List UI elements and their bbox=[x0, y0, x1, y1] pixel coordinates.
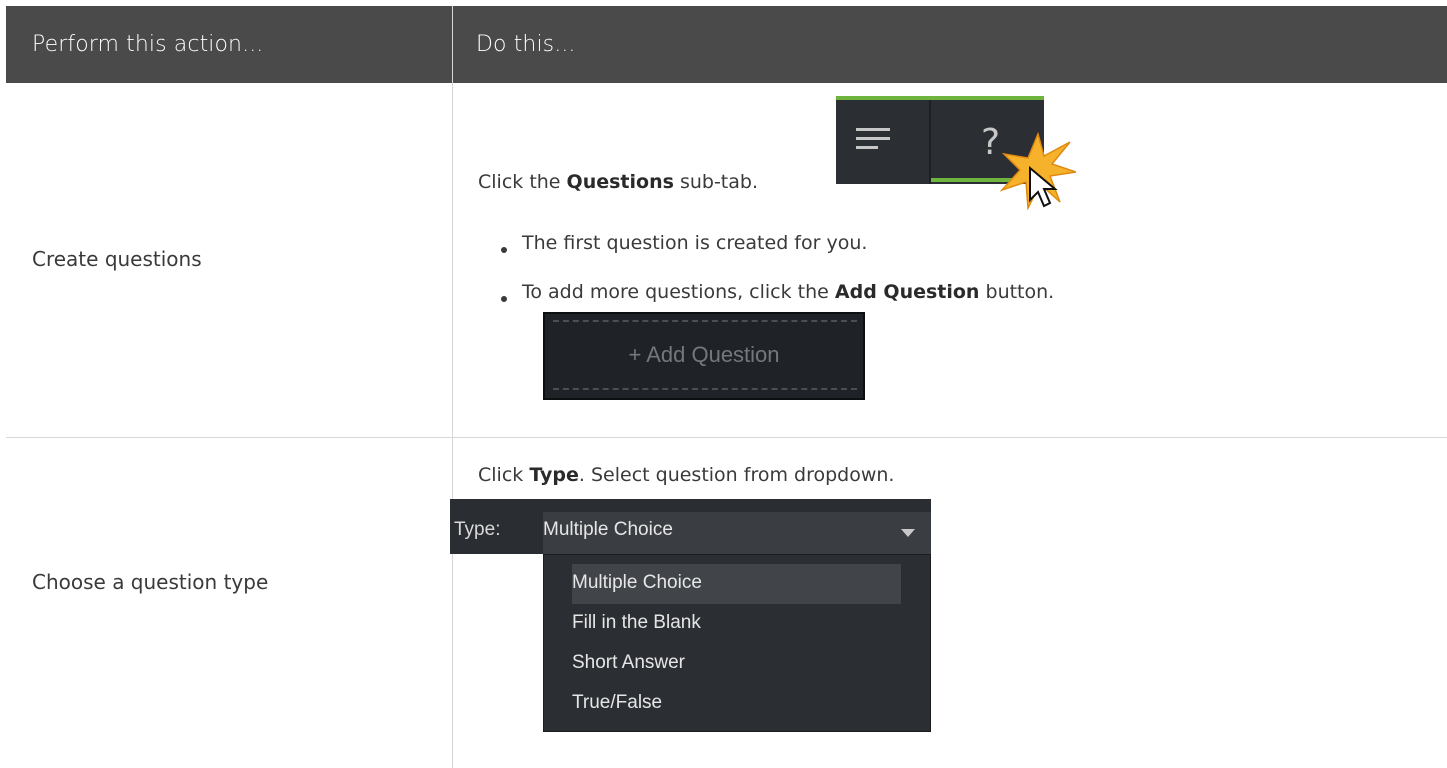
bullet-text: The first question is created for you. bbox=[522, 232, 868, 254]
instruction-text: Click the Questions sub-tab. bbox=[478, 171, 758, 193]
type-option[interactable]: Short Answer bbox=[572, 652, 685, 674]
row-action-label: Choose a question type bbox=[32, 570, 269, 594]
instruction-bold: Type bbox=[529, 464, 579, 486]
bullet-text: To add more questions, click the Add Que… bbox=[522, 281, 1054, 303]
type-option[interactable]: Fill in the Blank bbox=[572, 612, 701, 634]
type-option[interactable]: True/False bbox=[572, 692, 662, 714]
instruction-suffix: sub-tab. bbox=[673, 171, 758, 193]
add-question-label: + Add Question bbox=[628, 342, 780, 367]
instruction-suffix: . Select question from dropdown. bbox=[578, 464, 895, 486]
type-options-list: Multiple Choice Fill in the Blank Short … bbox=[543, 554, 931, 732]
table-header: Perform this action... Do this... bbox=[6, 6, 1447, 83]
question-icon[interactable]: ? bbox=[981, 122, 1000, 163]
bullet-prefix: To add more questions, click the bbox=[522, 281, 835, 303]
chevron-down-icon bbox=[901, 529, 915, 537]
instruction-bold: Questions bbox=[566, 171, 674, 193]
bullet-icon bbox=[501, 247, 507, 253]
instruction-prefix: Click bbox=[478, 464, 530, 486]
header-action-label: Perform this action... bbox=[32, 32, 264, 57]
bullet-suffix: button. bbox=[979, 281, 1055, 303]
type-option[interactable]: Multiple Choice bbox=[572, 572, 702, 594]
row-action-label: Create questions bbox=[32, 247, 202, 271]
type-select[interactable]: Multiple Choice bbox=[543, 512, 931, 554]
menu-icon[interactable] bbox=[856, 128, 890, 155]
type-label: Type: bbox=[454, 519, 501, 540]
dashed-border bbox=[553, 388, 857, 390]
cursor-click-icon bbox=[1000, 131, 1076, 210]
header-do-label: Do this... bbox=[476, 32, 576, 57]
type-select-value: Multiple Choice bbox=[543, 519, 673, 540]
column-divider bbox=[452, 83, 453, 437]
dashed-border bbox=[553, 320, 857, 322]
tab-separator bbox=[929, 100, 931, 184]
bullet-icon bbox=[501, 296, 507, 302]
type-dropdown-image: Type: Multiple Choice Multiple Choice Fi… bbox=[450, 499, 931, 732]
bullet-bold: Add Question bbox=[834, 281, 980, 303]
instruction-text: Click Type. Select question from dropdow… bbox=[478, 464, 894, 486]
tab-accent-line bbox=[836, 96, 1044, 100]
add-question-button-image: + Add Question bbox=[543, 312, 865, 400]
instruction-prefix: Click the bbox=[478, 171, 567, 193]
